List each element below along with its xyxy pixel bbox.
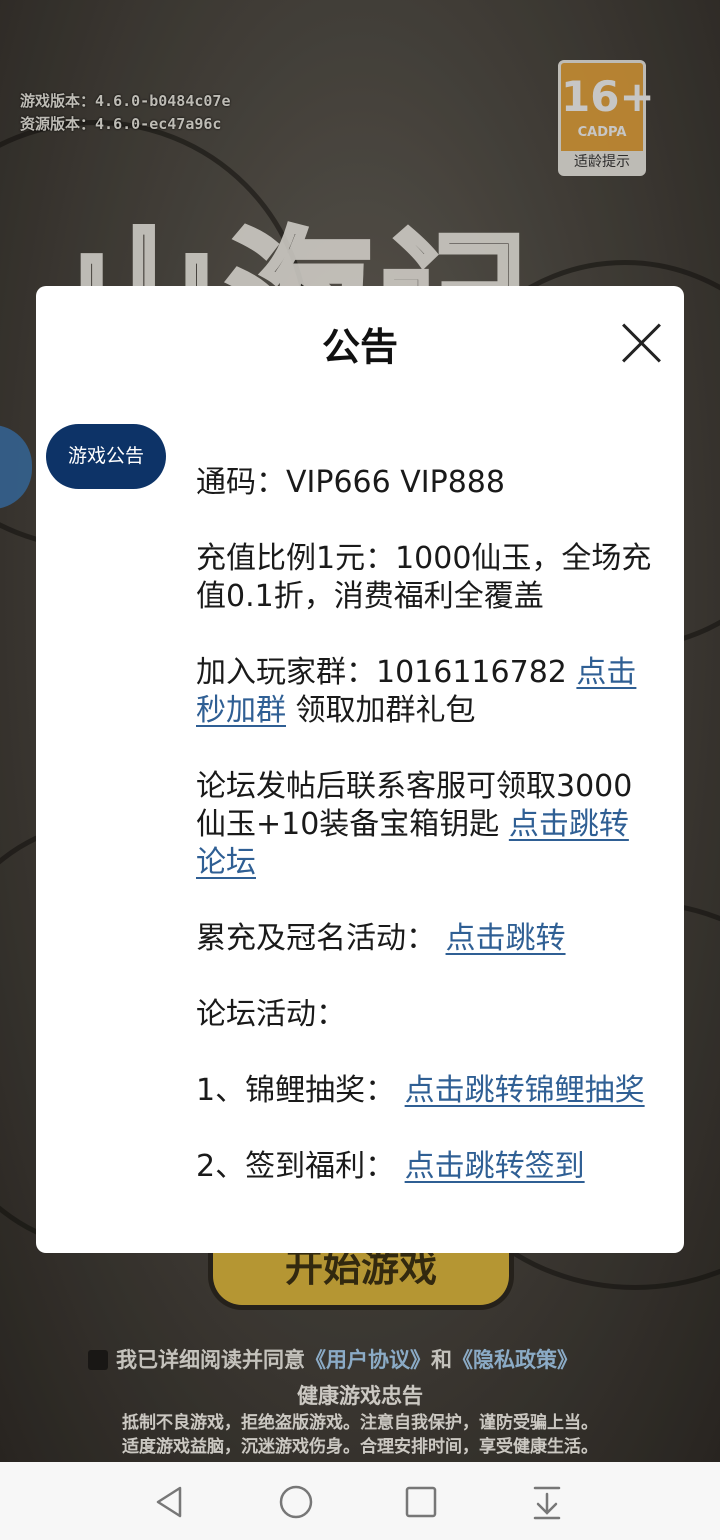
group-suffix: 领取加群礼包	[286, 693, 476, 728]
pull-down-icon[interactable]	[527, 1482, 567, 1522]
system-navigation-bar	[0, 1462, 720, 1540]
announcement-content: 通码：VIP666 VIP888 充值比例1元：1000仙玉，全场充值0.1折，…	[196, 464, 656, 1224]
recharge-text: 充值比例1元：1000仙玉，全场充值0.1折，消费福利全覆盖	[196, 541, 652, 614]
signin-paragraph: 2、签到福利： 点击跳转签到	[196, 1148, 656, 1186]
koi-text: 1、锦鲤抽奖：	[196, 1073, 405, 1108]
cumulative-link[interactable]: 点击跳转	[446, 921, 566, 956]
recents-icon[interactable]	[401, 1482, 441, 1522]
tab-game-announcement[interactable]: 游戏公告	[46, 424, 166, 489]
cumulative-text: 累充及冠名活动：	[196, 921, 446, 956]
signin-link[interactable]: 点击跳转签到	[405, 1149, 585, 1184]
forum-activity-heading: 论坛活动：	[196, 997, 346, 1032]
forum-paragraph: 论坛发帖后联系客服可领取3000仙玉+10装备宝箱钥匙 点击跳转论坛	[196, 768, 656, 882]
koi-paragraph: 1、锦鲤抽奖： 点击跳转锦鲤抽奖	[196, 1072, 656, 1110]
signin-text: 2、签到福利：	[196, 1149, 405, 1184]
cumulative-paragraph: 累充及冠名活动： 点击跳转	[196, 920, 656, 958]
dialog-title: 公告	[321, 325, 398, 369]
announcement-dialog: 公告 游戏公告 通码：VIP666 VIP888 充值比例1元：1000仙玉，全…	[36, 286, 684, 1253]
back-icon[interactable]	[150, 1482, 190, 1522]
group-text: 加入玩家群：1016116782	[196, 655, 577, 690]
group-paragraph: 加入玩家群：1016116782 点击秒加群 领取加群礼包	[196, 654, 656, 730]
code-text: 通码：VIP666 VIP888	[196, 465, 505, 500]
close-icon[interactable]	[620, 321, 662, 363]
home-icon[interactable]	[276, 1482, 316, 1522]
koi-lottery-link[interactable]: 点击跳转锦鲤抽奖	[405, 1073, 645, 1108]
